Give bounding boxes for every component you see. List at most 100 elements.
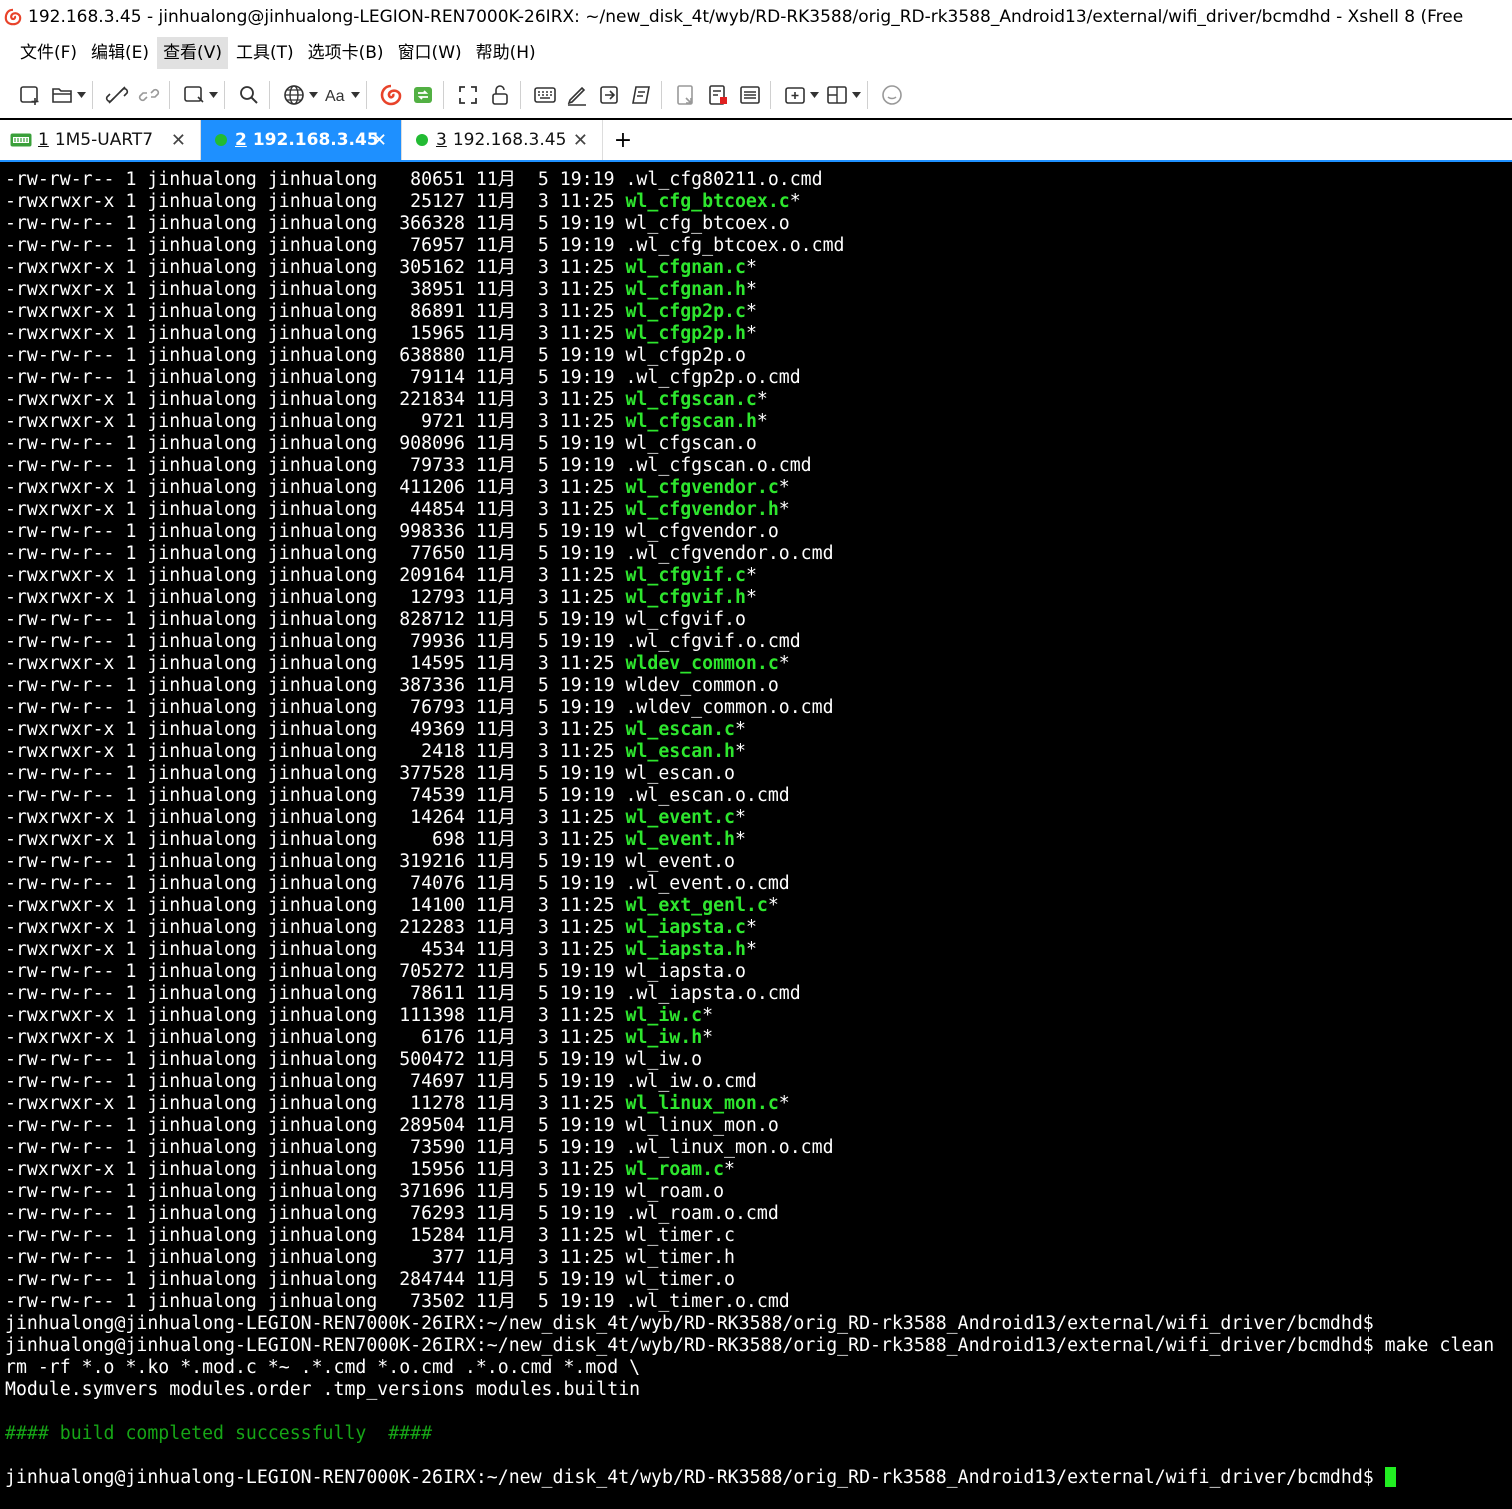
file-day: 3 bbox=[537, 741, 549, 762]
open-folder-icon[interactable] bbox=[48, 80, 76, 110]
file-links: 1 bbox=[125, 213, 137, 234]
file-group: jinhualong bbox=[267, 1291, 378, 1312]
file-month: 11月 bbox=[475, 389, 516, 410]
chevron-down-icon[interactable] bbox=[308, 80, 318, 110]
keyboard-icon[interactable] bbox=[531, 80, 559, 110]
file-size: 15965 bbox=[410, 323, 465, 344]
file-links: 1 bbox=[125, 917, 137, 938]
file-name: .wl_cfgscan.o.cmd bbox=[625, 455, 812, 476]
menu-window[interactable]: 窗口(W) bbox=[392, 37, 468, 69]
terminal-line: -rw-rw-r-- 1 jinhualong jinhualong 82871… bbox=[5, 609, 746, 630]
menu-view[interactable]: 查看(V) bbox=[157, 37, 228, 69]
terminal-line: -rw-rw-r-- 1 jinhualong jinhualong 73590… bbox=[5, 1137, 834, 1158]
connected-status-icon bbox=[416, 134, 428, 146]
file-day: 5 bbox=[537, 367, 549, 388]
find-icon[interactable] bbox=[235, 80, 263, 110]
file-time: 19:19 bbox=[559, 763, 615, 784]
file-day: 5 bbox=[537, 1071, 549, 1092]
terminal-output[interactable]: -rw-rw-r-- 1 jinhualong jinhualong 80651… bbox=[0, 169, 1512, 1509]
file-group: jinhualong bbox=[267, 257, 378, 278]
terminal-line: -rwxrwxr-x 1 jinhualong jinhualong 12793… bbox=[5, 587, 757, 608]
new-window-icon[interactable] bbox=[180, 80, 208, 110]
file-month: 11月 bbox=[475, 1027, 516, 1048]
file-time: 19:19 bbox=[559, 961, 615, 982]
menu-file[interactable]: 文件(F) bbox=[14, 37, 83, 69]
file-group: jinhualong bbox=[267, 1225, 378, 1246]
terminal-line: -rw-rw-r-- 1 jinhualong jinhualong 31921… bbox=[5, 851, 735, 872]
file-permissions: -rwxrwxr-x bbox=[5, 257, 115, 278]
file-day: 5 bbox=[537, 169, 549, 190]
file-permissions: -rwxrwxr-x bbox=[5, 411, 115, 432]
file-permissions: -rw-rw-r-- bbox=[5, 631, 115, 652]
file-size: 76957 bbox=[410, 235, 465, 256]
new-session-icon[interactable] bbox=[16, 80, 44, 110]
terminal-line: -rw-rw-r-- 1 jinhualong jinhualong 74697… bbox=[5, 1071, 757, 1092]
file-time: 11:25 bbox=[559, 829, 615, 850]
file-size: 74076 bbox=[410, 873, 465, 894]
terminal-line: -rw-rw-r-- 1 jinhualong jinhualong 76293… bbox=[5, 1203, 779, 1224]
transfer-icon[interactable] bbox=[595, 80, 623, 110]
file-permissions: -rwxrwxr-x bbox=[5, 939, 115, 960]
file-owner: jinhualong bbox=[147, 191, 257, 212]
tab-session-1[interactable]: 1 1M5-UART7 ✕ bbox=[0, 120, 201, 160]
file-group: jinhualong bbox=[267, 631, 378, 652]
file-day: 3 bbox=[537, 499, 549, 520]
tab-session-2[interactable]: 2 192.168.3.45 ✕ bbox=[201, 120, 402, 160]
menu-help[interactable]: 帮助(H) bbox=[470, 37, 542, 69]
tab-session-3[interactable]: 3 192.168.3.45 ✕ bbox=[402, 120, 603, 160]
file-permissions: -rwxrwxr-x bbox=[5, 1159, 115, 1180]
file-permissions: -rwxrwxr-x bbox=[5, 323, 115, 344]
record-icon[interactable] bbox=[704, 80, 732, 110]
file-size: 77650 bbox=[410, 543, 465, 564]
xshell-logo-icon[interactable] bbox=[377, 80, 405, 110]
layout-icon[interactable] bbox=[823, 80, 851, 110]
lock-icon[interactable] bbox=[486, 80, 514, 110]
fullscreen-icon[interactable] bbox=[454, 80, 482, 110]
file-name: wldev_common.c bbox=[625, 653, 779, 674]
close-icon[interactable]: ✕ bbox=[171, 130, 186, 151]
chevron-down-icon[interactable] bbox=[350, 80, 360, 110]
close-icon[interactable]: ✕ bbox=[573, 130, 588, 151]
file-links: 1 bbox=[125, 1159, 137, 1180]
file-month: 11月 bbox=[475, 1225, 516, 1246]
file-size: 4534 bbox=[421, 939, 465, 960]
xftp-icon[interactable] bbox=[409, 80, 437, 110]
file-links: 1 bbox=[125, 653, 137, 674]
chevron-down-icon[interactable] bbox=[809, 80, 819, 110]
file-links: 1 bbox=[125, 1093, 137, 1114]
menu-tools[interactable]: 工具(T) bbox=[230, 37, 300, 69]
chat-icon[interactable] bbox=[878, 80, 906, 110]
file-name: wl_timer.o bbox=[625, 1269, 735, 1290]
compose-icon[interactable] bbox=[563, 80, 591, 110]
file-links: 1 bbox=[125, 1115, 137, 1136]
chevron-down-icon[interactable] bbox=[208, 80, 218, 110]
menu-edit[interactable]: 编辑(E) bbox=[85, 37, 155, 69]
notes-icon[interactable] bbox=[736, 80, 764, 110]
file-name: .wl_cfgvendor.o.cmd bbox=[625, 543, 834, 564]
chevron-down-icon[interactable] bbox=[851, 80, 861, 110]
globe-icon[interactable] bbox=[280, 80, 308, 110]
close-icon[interactable]: ✕ bbox=[372, 130, 387, 151]
menu-tabs[interactable]: 选项卡(B) bbox=[302, 37, 390, 69]
log-icon[interactable] bbox=[672, 80, 700, 110]
terminal-line: -rw-rw-r-- 1 jinhualong jinhualong 90809… bbox=[5, 433, 757, 454]
file-links: 1 bbox=[125, 169, 137, 190]
file-month: 11月 bbox=[475, 631, 516, 652]
file-day: 5 bbox=[537, 851, 549, 872]
file-group: jinhualong bbox=[267, 873, 378, 894]
terminal-line: -rwxrwxr-x 1 jinhualong jinhualong 14100… bbox=[5, 895, 779, 916]
reconnect-icon[interactable] bbox=[135, 80, 163, 110]
script-icon[interactable] bbox=[627, 80, 655, 110]
font-icon[interactable]: Aa bbox=[322, 80, 350, 110]
file-month: 11月 bbox=[475, 1181, 516, 1202]
file-name: wl_escan.o bbox=[625, 763, 735, 784]
file-links: 1 bbox=[125, 697, 137, 718]
file-day: 5 bbox=[537, 1049, 549, 1070]
new-tab-button[interactable]: + bbox=[603, 120, 643, 160]
chevron-down-icon[interactable] bbox=[76, 80, 86, 110]
file-month: 11月 bbox=[475, 983, 516, 1004]
file-group: jinhualong bbox=[267, 1115, 378, 1136]
file-permissions: -rwxrwxr-x bbox=[5, 191, 115, 212]
add-tab-icon[interactable] bbox=[781, 80, 809, 110]
disconnect-icon[interactable] bbox=[103, 80, 131, 110]
